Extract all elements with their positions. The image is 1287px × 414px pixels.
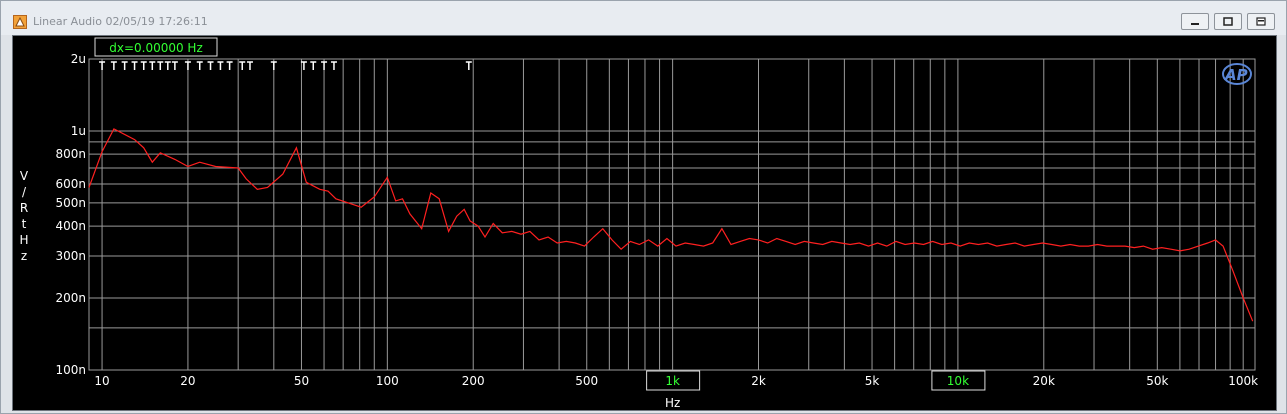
cursor-marker	[207, 61, 214, 70]
cursor-marker	[330, 61, 337, 70]
cursor-marker	[321, 61, 328, 70]
window-title: Linear Audio 02/05/19 17:26:11	[33, 15, 208, 28]
frequency-response-chart[interactable]: 2u 1u 800n 600n 500n 400n 300n 200n 100n 10 20 50 10…	[13, 36, 1276, 410]
cursor-marker	[140, 61, 147, 70]
cursor-marker	[149, 61, 156, 70]
y-axis-label: V / Rt Hz	[19, 169, 28, 263]
y-tick-label: 2u	[71, 52, 86, 66]
cursor-marker	[121, 61, 128, 70]
cursor-marker	[217, 61, 224, 70]
cursor-marker	[99, 61, 106, 70]
x-tick-label: 20	[180, 374, 195, 388]
y-tick-label: 1u	[71, 124, 86, 138]
plot-border	[88, 58, 1256, 371]
y-tick-label: 400n	[55, 219, 86, 233]
cursor-readout-text: dx=0.00000 Hz	[109, 41, 203, 55]
cursor-marker	[239, 61, 246, 70]
x-axis-label: Hz	[665, 396, 680, 410]
cursor-marker	[226, 61, 233, 70]
x-tick-label: 200	[462, 374, 485, 388]
cursor-marker	[184, 61, 191, 70]
x-tick-label: 5k	[865, 374, 880, 388]
x-tick-label: 100	[376, 374, 399, 388]
grid-lines	[89, 59, 1255, 370]
cursor-marker	[131, 61, 138, 70]
x-tick-label: 500	[575, 374, 598, 388]
plot-area[interactable]: 2u 1u 800n 600n 500n 400n 300n 200n 100n 10 20 50 10…	[12, 35, 1277, 411]
minimize-icon	[1191, 23, 1199, 25]
x-tick-label: 20k	[1033, 374, 1055, 388]
svg-text:AP: AP	[1224, 66, 1248, 84]
ap-logo-icon: AP	[1222, 63, 1252, 85]
cursor-marker	[110, 61, 117, 70]
cursor-marker	[465, 61, 472, 70]
y-tick-label: 300n	[55, 249, 86, 263]
cursor-marker	[171, 61, 178, 70]
x-tick-label: 100k	[1228, 374, 1258, 388]
title-bar[interactable]: Linear Audio 02/05/19 17:26:11	[1, 1, 1286, 35]
y-tick-label: 100n	[55, 363, 86, 377]
maximize-button[interactable]	[1214, 13, 1242, 30]
application-window: Linear Audio 02/05/19 17:26:11 2u 1u 800n 6…	[0, 0, 1287, 414]
x-tick-label: 10	[94, 374, 109, 388]
x-tick-label: 1k	[665, 374, 680, 388]
x-tick-label: 50k	[1146, 374, 1168, 388]
x-tick-label: 10k	[947, 374, 969, 388]
cursor-marker	[164, 61, 171, 70]
minimize-button[interactable]	[1181, 13, 1209, 30]
cursor-marker	[246, 61, 253, 70]
maximize-icon	[1223, 17, 1233, 26]
series-line	[88, 128, 1254, 322]
cursor-marker	[270, 61, 277, 70]
cursor-marker	[157, 61, 164, 70]
y-tick-label: 500n	[55, 196, 86, 210]
y-tick-label: 200n	[55, 291, 86, 305]
cursor-marker	[310, 61, 317, 70]
cursor-readout: dx=0.00000 Hz	[94, 37, 218, 57]
cursor-marker	[196, 61, 203, 70]
close-icon	[1256, 17, 1266, 26]
cursor-markers	[99, 61, 472, 70]
app-icon	[13, 15, 27, 29]
close-button[interactable]	[1247, 13, 1275, 30]
x-tick-label: 2k	[751, 374, 766, 388]
y-tick-label: 800n	[55, 147, 86, 161]
y-tick-label: 600n	[55, 177, 86, 191]
x-tick-label: 50	[294, 374, 309, 388]
